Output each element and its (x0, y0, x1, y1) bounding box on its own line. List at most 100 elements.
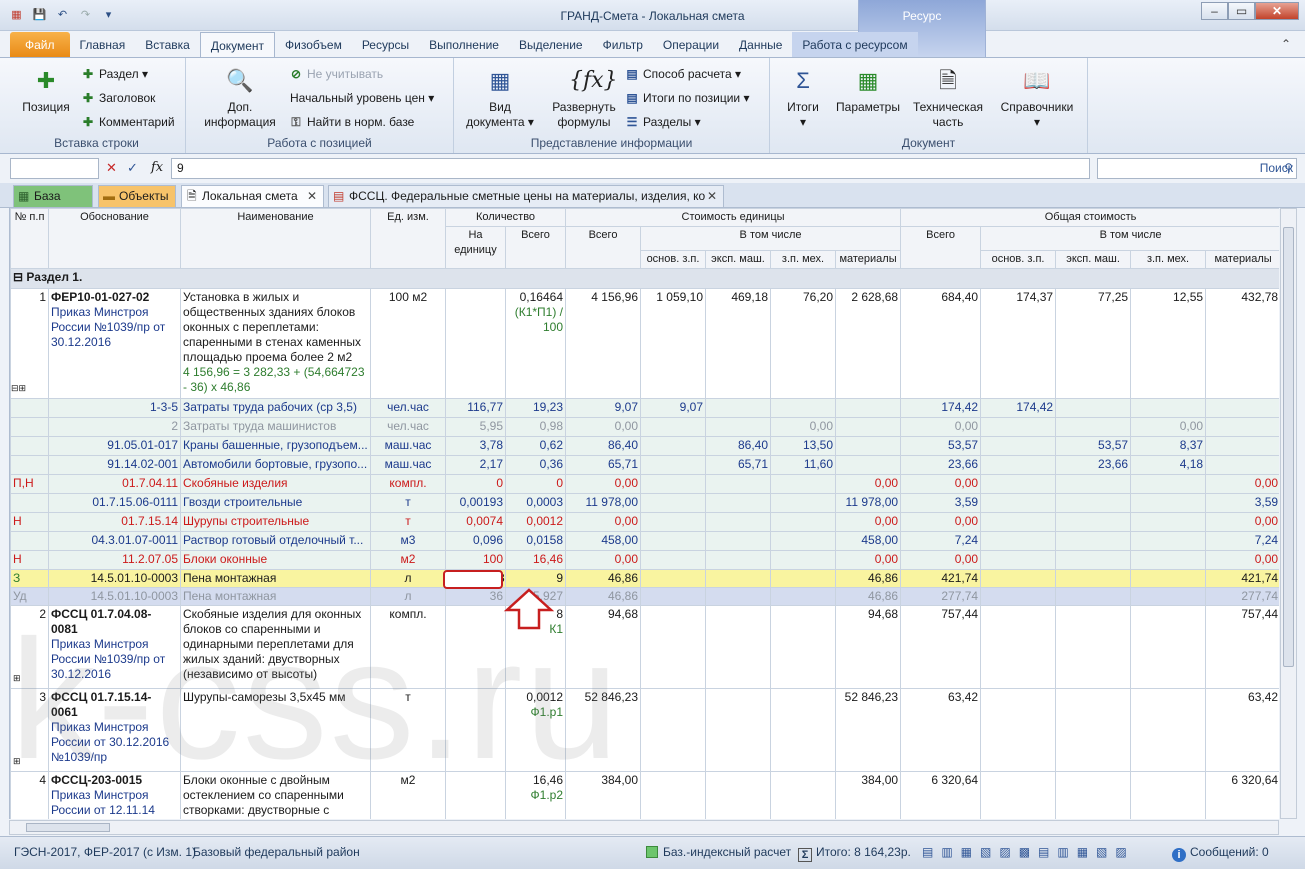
col-unit-total[interactable]: Всего (565, 226, 642, 269)
header-button[interactable]: ✚ Заголовок (80, 88, 155, 108)
search-input[interactable]: Поиск ⚲ (1097, 158, 1297, 179)
section-row[interactable]: ⊟ Раздел 1. (10, 268, 1279, 289)
totals-button[interactable]: Σ Итоги ▾ (778, 66, 828, 130)
close-tab-icon[interactable]: ✕ (307, 186, 317, 207)
close-button[interactable]: ✕ (1255, 2, 1299, 20)
status-norm-base[interactable]: ГЭСН-2017, ФЕР-2017 (с Изм. 1) (14, 845, 196, 859)
formula-input[interactable]: 9 (171, 158, 1090, 179)
sections-button[interactable]: ☰ Разделы ▾ (624, 112, 701, 132)
col-total-zpmeh[interactable]: з.п. мех. (1130, 250, 1207, 269)
col-quantity[interactable]: Количество (444, 208, 567, 227)
position-button[interactable]: ✚ Позиция (16, 66, 76, 115)
position-row-1[interactable]: 1 ⊟⊞ ФЕР10-01-027-02 Приказ Минстроя Росси… (10, 288, 1279, 399)
tab-local-estimate[interactable]: 🗎 Локальная смета ✕ (181, 185, 324, 207)
resource-row[interactable]: П,Н 01.7.04.11 Скобяные изделия компл. 0 0 0,0… (10, 474, 1279, 494)
tab-resource-work[interactable]: Работа с ресурсом (792, 32, 918, 57)
fx-icon[interactable]: fx (151, 160, 163, 175)
tab-execution[interactable]: Выполнение (419, 32, 509, 57)
confirm-edit-icon[interactable]: ✓ (127, 160, 138, 176)
position-row-4[interactable]: 4 ФССЦ-203-0015 Приказ Минстроя России от… (10, 771, 1279, 819)
tab-operations[interactable]: Операции (653, 32, 729, 57)
calc-method-status[interactable]: Баз.-индексный расчет (646, 845, 791, 859)
resource-row[interactable]: 01.7.15.06-0111 Гвозди строительные т 0,001… (10, 493, 1279, 513)
tab-document[interactable]: Документ (199, 32, 276, 57)
resource-row[interactable]: Н 01.7.15.14 Шурупы строительные т 0,0074 0,0… (10, 512, 1279, 532)
col-unit-zpmeh[interactable]: з.п. мех. (770, 250, 837, 269)
col-total-mat[interactable]: материалы (1205, 250, 1279, 269)
tab-file[interactable]: Файл (10, 32, 70, 57)
calc-method-button[interactable]: ▤ Способ расчета ▾ (624, 64, 741, 84)
col-total-total[interactable]: Всего (900, 226, 982, 269)
resource-row[interactable]: Уд 14.5.01.10-0003 Пена монтажная л 36 5,927 4… (10, 587, 1279, 606)
tab-resources[interactable]: Ресурсы (352, 32, 419, 57)
tab-physvolume[interactable]: Физобъем (275, 32, 352, 57)
group-label: Документ (901, 136, 956, 150)
close-tab-icon[interactable]: ✕ (707, 186, 717, 207)
col-unit-osn[interactable]: основ. з.п. (640, 250, 707, 269)
resource-c2 (640, 569, 707, 588)
view-mode-icons[interactable]: ▤▥▦▧▨▩▤▥▦▧▨ (922, 845, 1135, 859)
vertical-scroll-thumb[interactable] (1283, 227, 1294, 667)
parameters-button[interactable]: ▦ Параметры (830, 66, 906, 115)
maximize-button[interactable]: ▭ (1228, 2, 1255, 20)
position-row-3[interactable]: 3 ⊞ ФССЦ 01.7.15.14-0061 Приказ Минстроя Р… (10, 688, 1279, 772)
tab-base[interactable]: ▦ База (13, 185, 93, 207)
find-in-base-button[interactable]: ⚿ Найти в норм. базе (288, 112, 414, 132)
resource-row[interactable]: Н 11.2.07.05 Блоки оконные м2 100 16,46 0,00 0,… (10, 550, 1279, 570)
tab-objects[interactable]: ▬ Объекты (98, 185, 176, 207)
tab-data[interactable]: Данные (729, 32, 792, 57)
tab-selection[interactable]: Выделение (509, 32, 593, 57)
resource-row[interactable]: 91.14.02-001 Автомобили бортовые, грузопо… (10, 455, 1279, 475)
col-per-unit[interactable]: На единицу (445, 226, 506, 269)
tab-filter[interactable]: Фильтр (593, 32, 653, 57)
initial-price-level-button[interactable]: Начальный уровень цен ▾ (290, 88, 434, 108)
resource-row[interactable]: 1-3-5 Затраты труда рабочих (ср 3,5) чел.ч… (10, 398, 1279, 418)
ignore-button[interactable]: ⊘ Не учитывать (288, 64, 383, 84)
tab-fssc[interactable]: ▤ ФССЦ. Федеральные сметные цены на матер… (328, 185, 724, 207)
cell-name-box[interactable] (10, 158, 99, 179)
col-num[interactable]: № п.п (10, 208, 49, 269)
total-status[interactable]: Σ Итого: 8 164,23р. (798, 845, 911, 862)
col-unit-cost[interactable]: Стоимость единицы (565, 208, 902, 227)
horizontal-scroll-thumb[interactable] (26, 823, 110, 832)
search-icon[interactable]: ⚲ (1284, 159, 1293, 178)
resource-row[interactable]: 91.05.01-017 Краны башенные, грузоподъем.… (10, 436, 1279, 456)
resource-row[interactable]: 2 Затраты труда машинистов чел.час 5,95 0,98… (10, 417, 1279, 437)
col-unit[interactable]: Ед. изм. (370, 208, 446, 269)
resource-row[interactable]: З14.5.01.10-0003Пена монтажнаял54,664723… (10, 569, 1279, 588)
expand-icon[interactable]: ⊞ (13, 754, 21, 769)
quantity-edit-highlight[interactable] (443, 570, 503, 589)
section-button[interactable]: ✚ Раздел ▾ (80, 64, 148, 84)
extra-info-button[interactable]: 🔍 Доп. информация (200, 66, 280, 130)
resource-vs[interactable]: 9 (504, 569, 567, 588)
expand-formulas-button[interactable]: {fx} Развернуть формулы (546, 66, 622, 130)
col-name[interactable]: Наименование (180, 208, 371, 269)
references-button[interactable]: 📖 Справочники ▾ (992, 66, 1082, 130)
col-unit-eksp[interactable]: эксп. маш. (705, 250, 772, 269)
status-region[interactable]: Базовый федеральный район (193, 845, 360, 859)
position-row-2[interactable]: 2 ⊞ ФССЦ 01.7.04.08-0081 Приказ Минстроя Р… (10, 605, 1279, 689)
cancel-edit-icon[interactable]: ✕ (106, 160, 117, 176)
document-view-button[interactable]: ▦ Вид документа ▾ (462, 66, 538, 130)
col-qty-total[interactable]: Всего (504, 226, 567, 269)
col-total-cost[interactable]: Общая стоимость (900, 208, 1279, 227)
position-totals-button[interactable]: ▤ Итоги по позиции ▾ (624, 88, 749, 108)
add-header-icon: ✚ (82, 91, 94, 105)
ribbon-collapse-icon[interactable]: ⌃ (1281, 37, 1291, 51)
tab-insert[interactable]: Вставка (135, 32, 200, 57)
col-basis[interactable]: Обоснование (48, 208, 181, 269)
expand-icon[interactable]: ⊟⊞ (12, 381, 27, 396)
vertical-scrollbar[interactable] (1280, 208, 1297, 819)
resource-row[interactable]: 04.3.01.07-0011 Раствор готовый отделочны… (10, 531, 1279, 551)
col-unit-mat[interactable]: материалы (835, 250, 902, 269)
col-total-eksp[interactable]: эксп. маш. (1055, 250, 1132, 269)
collapse-section-icon[interactable]: ⊟ (13, 270, 23, 284)
horizontal-scrollbar[interactable] (9, 820, 1279, 835)
tab-home[interactable]: Главная (70, 32, 136, 57)
comment-button[interactable]: ✚ Комментарий (80, 112, 175, 132)
messages-status[interactable]: i Сообщений: 0 (1172, 845, 1269, 862)
tech-part-button[interactable]: 🗎 Техническая часть (908, 66, 988, 130)
minimize-button[interactable]: – (1201, 2, 1228, 20)
expand-icon[interactable]: ⊞ (13, 671, 21, 686)
col-total-osn[interactable]: основ. з.п. (980, 250, 1057, 269)
